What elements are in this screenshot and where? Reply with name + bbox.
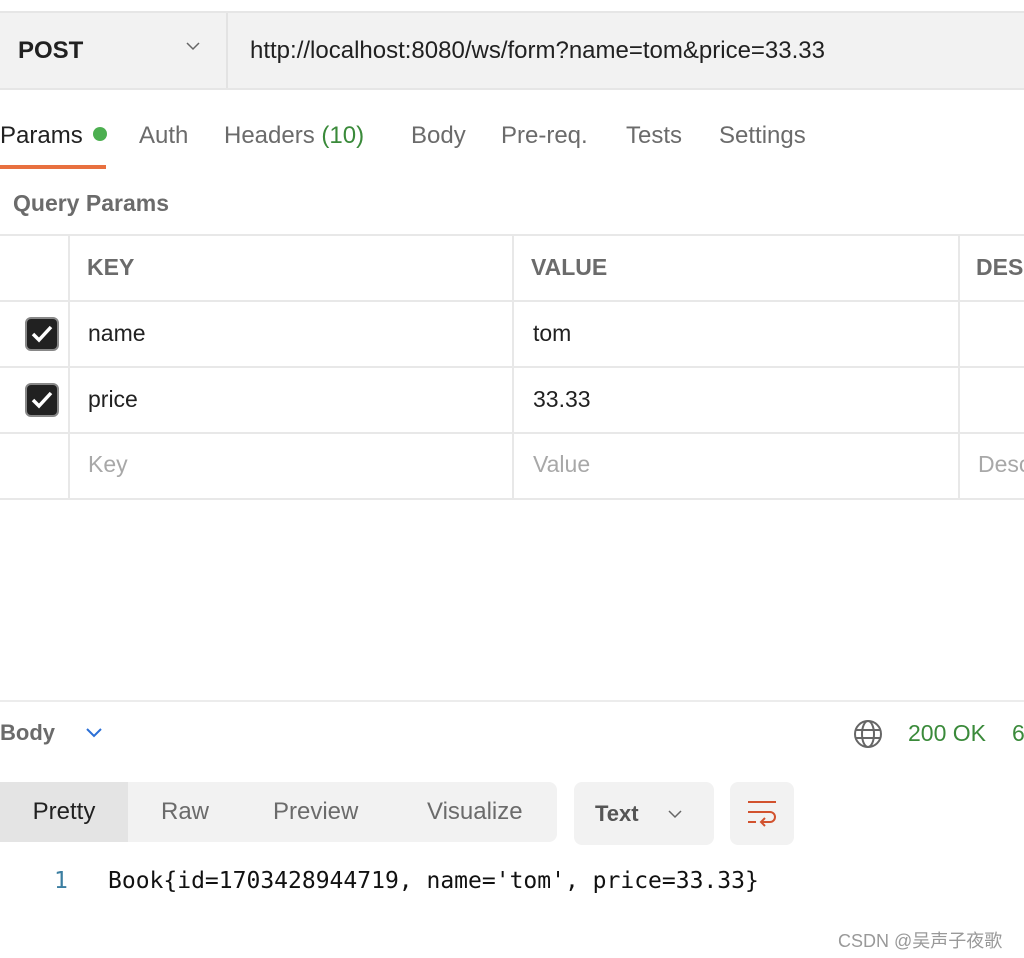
check-icon: [31, 391, 53, 409]
tab-headers[interactable]: Headers (10): [224, 122, 364, 150]
url-bar: POST http://localhost:8080/ws/form?name=…: [0, 11, 1024, 90]
view-preview[interactable]: Preview: [273, 782, 358, 842]
new-description-input[interactable]: Desc: [978, 451, 1024, 478]
pane-divider[interactable]: [0, 700, 1024, 702]
view-pretty[interactable]: Pretty: [0, 782, 128, 842]
active-tab-indicator: [0, 165, 106, 169]
tab-settings[interactable]: Settings: [719, 122, 806, 150]
wrap-lines-icon: [748, 801, 776, 827]
watermark: CSDN @吴声子夜歌: [838, 931, 1003, 951]
row-checkbox[interactable]: [25, 317, 59, 351]
tab-params[interactable]: Params: [0, 122, 107, 150]
method-label: POST: [18, 36, 84, 64]
divider: [68, 235, 70, 499]
tab-prereq[interactable]: Pre-req.: [501, 122, 588, 150]
param-value[interactable]: 33.33: [533, 386, 591, 413]
view-mode-tabs: Pretty Raw Preview Visualize: [0, 782, 557, 842]
chevron-down-icon: [668, 809, 682, 818]
divider: [512, 235, 514, 499]
view-visualize[interactable]: Visualize: [427, 782, 523, 842]
method-select[interactable]: POST: [0, 13, 228, 88]
param-key[interactable]: name: [88, 320, 146, 347]
new-key-input[interactable]: Key: [88, 451, 128, 478]
status-code[interactable]: 200 OK: [908, 720, 986, 747]
format-select[interactable]: Text: [574, 782, 714, 845]
column-header-description: DES: [976, 254, 1024, 280]
headers-count: (10): [321, 122, 365, 149]
new-value-input[interactable]: Value: [533, 451, 590, 478]
wrap-lines-button[interactable]: [730, 782, 794, 845]
param-key[interactable]: price: [88, 386, 138, 413]
check-icon: [31, 325, 53, 343]
divider: [958, 235, 960, 499]
view-raw[interactable]: Raw: [161, 782, 209, 842]
param-value[interactable]: tom: [533, 320, 571, 347]
chevron-down-icon: [86, 728, 102, 738]
tab-label: Params: [0, 122, 83, 149]
column-header-value: VALUE: [531, 254, 608, 280]
tab-label: Headers: [224, 122, 315, 149]
response-time[interactable]: 6: [1012, 720, 1024, 747]
line-number: 1: [54, 868, 68, 894]
tab-tests[interactable]: Tests: [626, 122, 682, 150]
status-dot-icon: [92, 127, 107, 141]
format-label: Text: [595, 800, 639, 826]
globe-icon[interactable]: [853, 719, 883, 749]
column-header-key: KEY: [87, 254, 135, 280]
tab-auth[interactable]: Auth: [139, 122, 188, 150]
code-line: Book{id=1703428944719, name='tom', price…: [108, 868, 759, 894]
tab-body[interactable]: Body: [411, 122, 466, 150]
response-body-toggle[interactable]: Body: [0, 720, 103, 746]
section-title: Query Params: [13, 190, 169, 216]
chevron-down-icon: [186, 42, 200, 51]
row-checkbox[interactable]: [25, 383, 59, 417]
url-input[interactable]: http://localhost:8080/ws/form?name=tom&p…: [250, 13, 825, 88]
response-label: Body: [0, 720, 55, 745]
